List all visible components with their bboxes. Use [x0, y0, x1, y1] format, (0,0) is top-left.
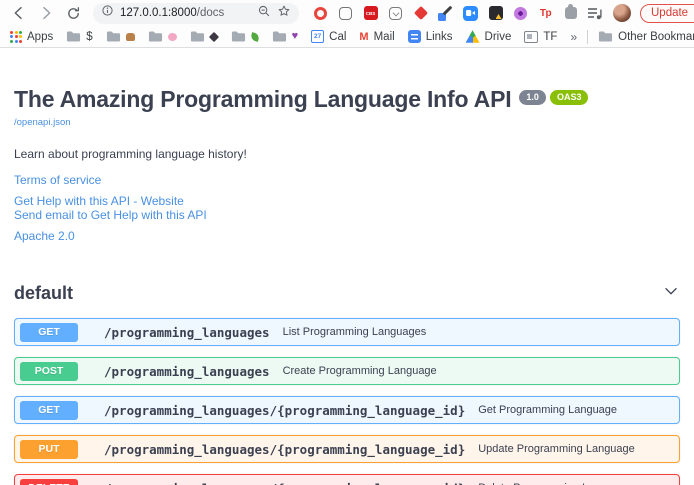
tag-section-default[interactable]: default: [14, 282, 680, 305]
folder-icon: [66, 30, 81, 43]
bookmark-label: Mail: [374, 31, 395, 43]
bookmark-label: Links: [426, 31, 453, 43]
profile-avatar[interactable]: [613, 4, 631, 22]
bookmark-star-icon[interactable]: [277, 4, 291, 23]
operation-row[interactable]: GET /programming_languages List Programm…: [14, 318, 680, 346]
bookmark-links[interactable]: Links: [408, 30, 453, 43]
bookmark-folder-horse[interactable]: [106, 30, 135, 43]
op-path: /programming_languages: [104, 364, 270, 379]
bookmark-label: Drive: [485, 31, 512, 43]
op-path: /programming_languages: [104, 325, 270, 340]
zoom-out-icon[interactable]: [257, 4, 271, 23]
contact-email-link[interactable]: Send email to Get Help with this API: [14, 208, 680, 222]
bookmark-apps[interactable]: Apps: [10, 31, 53, 43]
bookmark-mail[interactable]: M Mail: [359, 31, 394, 43]
adblock-extension-icon[interactable]: [312, 5, 329, 22]
apps-grid-icon: [10, 31, 22, 43]
bookmarks-bar: Apps $ ♥ 27 Cal M Mail Links Drive: [0, 26, 694, 48]
pink-emoji-icon: [168, 33, 177, 41]
method-badge: GET: [20, 401, 78, 420]
browser-toolbar: 127.0.0.1:8000/docs CBS Tp Update: [0, 0, 694, 26]
bookmark-drive[interactable]: Drive: [466, 30, 512, 43]
links-icon: [408, 30, 421, 43]
license-link[interactable]: Apache 2.0: [14, 229, 680, 243]
bookmarks-separator: [587, 30, 588, 44]
bookmark-folder-graduation[interactable]: [190, 30, 218, 43]
reload-icon[interactable]: [64, 4, 82, 22]
address-bar[interactable]: 127.0.0.1:8000/docs: [93, 3, 299, 24]
contact-website-link[interactable]: Get Help with this API - Website: [14, 194, 680, 208]
update-button[interactable]: Update: [640, 4, 694, 23]
purple-heart-emoji-icon: ♥: [292, 32, 299, 41]
bookmark-cal[interactable]: 27 Cal: [311, 30, 346, 43]
folder-icon: [190, 30, 205, 43]
forward-icon[interactable]: [37, 4, 55, 22]
pocket-extension-icon[interactable]: [387, 5, 404, 22]
op-summary: Create Programming Language: [283, 365, 437, 377]
drive-icon: [466, 30, 480, 43]
method-badge: POST: [20, 362, 78, 381]
bookmark-label: Apps: [27, 31, 53, 43]
openapi-spec-link[interactable]: /openapi.json: [14, 117, 71, 128]
bookmarks-overflow-chevron[interactable]: »: [570, 30, 577, 44]
cbs-extension-icon[interactable]: CBS: [362, 5, 379, 22]
page-title: The Amazing Programming Language Info AP…: [14, 87, 511, 112]
op-path: /programming_languages/{programming_lang…: [104, 403, 465, 418]
tf-icon: [524, 31, 538, 43]
bookmark-label: Other Bookmarks: [618, 31, 694, 43]
bookmark-tf[interactable]: TF: [524, 31, 557, 43]
video-meeting-extension-icon[interactable]: [462, 5, 479, 22]
folder-icon: [598, 30, 613, 43]
tag-name: default: [14, 283, 73, 304]
op-summary: List Programming Languages: [283, 326, 427, 338]
dark-robot-extension-icon[interactable]: [487, 5, 504, 22]
url-text[interactable]: 127.0.0.1:8000/docs: [120, 7, 224, 19]
gmail-icon: M: [359, 31, 368, 43]
chat-extension-icon[interactable]: [337, 5, 354, 22]
op-summary: Update Programming Language: [478, 443, 635, 455]
operation-row[interactable]: PUT /programming_languages/{programming_…: [14, 435, 680, 463]
tp-extension-icon[interactable]: Tp: [537, 5, 554, 22]
graduation-cap-emoji-icon: [209, 31, 219, 41]
folder-icon: [106, 30, 121, 43]
horse-emoji-icon: [126, 33, 135, 41]
operation-row[interactable]: GET /programming_languages/{programming_…: [14, 396, 680, 424]
folder-icon: [272, 30, 287, 43]
bookmark-label: $: [86, 31, 92, 43]
extensions-strip: CBS Tp: [312, 5, 604, 22]
bookmark-folder-dollar[interactable]: $: [66, 30, 92, 43]
bookmark-folder-leaf[interactable]: [231, 30, 259, 43]
playlist-extension-icon[interactable]: [587, 5, 604, 22]
bookmark-label: TF: [543, 31, 557, 43]
chevron-down-icon[interactable]: [662, 282, 680, 305]
version-badge: 1.0: [519, 90, 546, 105]
leaf-emoji-icon: [250, 32, 260, 42]
operations-list: GET /programming_languages List Programm…: [14, 318, 680, 485]
swagger-page: The Amazing Programming Language Info AP…: [0, 87, 694, 485]
operation-row[interactable]: POST /programming_languages Create Progr…: [14, 357, 680, 385]
puzzle-extension-icon[interactable]: [562, 5, 579, 22]
folder-icon: [231, 30, 246, 43]
op-path: /programming_languages/{programming_lang…: [104, 442, 465, 457]
oas3-badge: OAS3: [550, 90, 589, 105]
operation-row[interactable]: DELETE /programming_languages/{programmi…: [14, 474, 680, 485]
bookmark-folder-heart[interactable]: ♥: [272, 30, 299, 43]
diamond-extension-icon[interactable]: [412, 5, 429, 22]
site-info-icon[interactable]: [101, 4, 114, 22]
bookmark-other-bookmarks[interactable]: Other Bookmarks: [598, 30, 694, 43]
highlighter-extension-icon[interactable]: [437, 5, 454, 22]
op-path: /programming_languages/{programming_lang…: [104, 481, 465, 485]
calendar-icon: 27: [311, 30, 324, 43]
folder-icon: [148, 30, 163, 43]
purple-flower-extension-icon[interactable]: [512, 5, 529, 22]
api-description: Learn about programming language history…: [14, 147, 680, 161]
op-summary: Get Programming Language: [478, 404, 617, 416]
back-icon[interactable]: [10, 4, 28, 22]
bookmark-folder-pink[interactable]: [148, 30, 177, 43]
bookmark-label: Cal: [329, 31, 346, 43]
method-badge: GET: [20, 323, 78, 342]
terms-of-service-link[interactable]: Terms of service: [14, 173, 680, 187]
method-badge: PUT: [20, 440, 78, 459]
method-badge: DELETE: [20, 479, 78, 485]
